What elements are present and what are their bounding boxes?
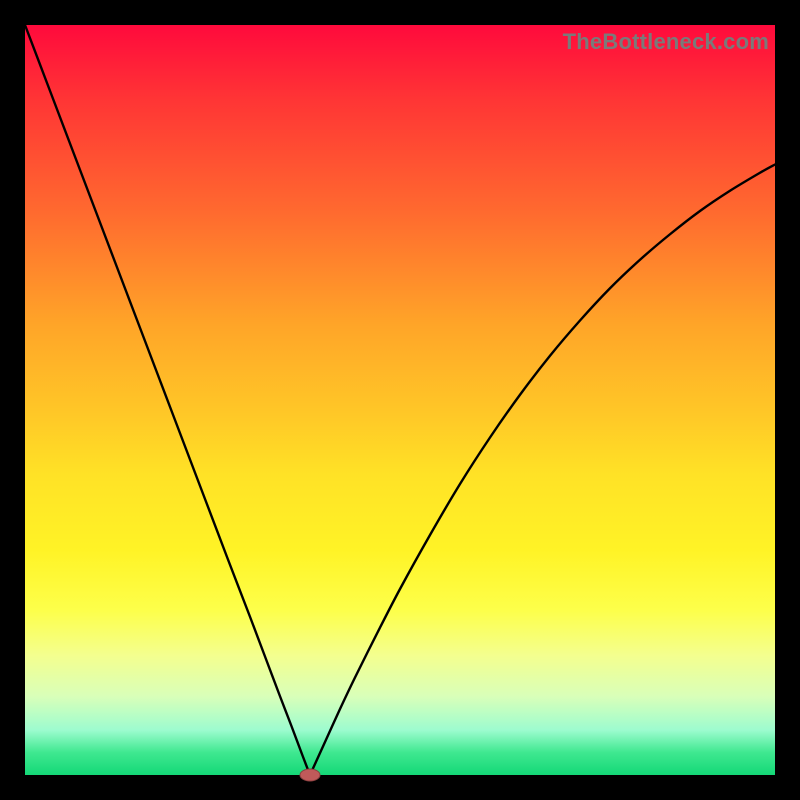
chart-svg	[25, 25, 775, 775]
minimum-marker	[300, 769, 320, 781]
curve-line	[25, 25, 775, 775]
plot-area: TheBottleneck.com	[25, 25, 775, 775]
chart-frame: TheBottleneck.com	[0, 0, 800, 800]
